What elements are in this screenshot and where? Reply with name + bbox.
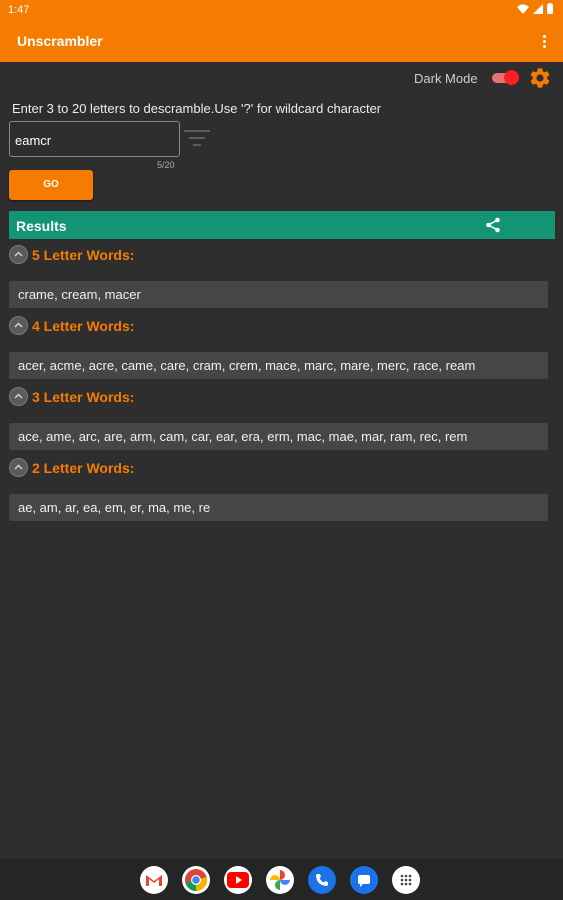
status-time: 1:47 — [8, 4, 30, 16]
status-icons — [517, 3, 553, 14]
app-bar: Unscrambler — [0, 20, 563, 62]
letters-input-value[interactable]: eamcr — [15, 133, 51, 148]
signal-icon — [533, 3, 543, 14]
word-list: ae, am, ar, ea, em, er, ma, me, re — [9, 494, 548, 521]
letters-input[interactable]: eamcr — [9, 121, 180, 157]
chevron-up-icon — [14, 322, 23, 328]
wifi-icon — [517, 4, 529, 14]
dark-mode-toggle[interactable] — [492, 70, 519, 86]
section-heading: 4 Letter Words: — [32, 318, 135, 334]
chevron-up-icon — [14, 393, 23, 399]
collapse-4-letter-button[interactable] — [9, 316, 28, 335]
section-heading: 3 Letter Words: — [32, 389, 135, 405]
section-heading: 2 Letter Words: — [32, 460, 135, 476]
word-list: acer, acme, acre, came, care, cram, crem… — [9, 352, 548, 379]
filter-icon[interactable] — [184, 127, 210, 149]
go-button[interactable]: GO — [9, 170, 93, 200]
collapse-3-letter-button[interactable] — [9, 387, 28, 406]
photos-icon[interactable] — [266, 866, 294, 894]
chevron-up-icon — [14, 464, 23, 470]
app-dock — [140, 866, 420, 894]
word-list: crame, cream, macer — [9, 281, 548, 308]
phone-icon[interactable] — [308, 866, 336, 894]
collapse-2-letter-button[interactable] — [9, 458, 28, 477]
collapse-5-letter-button[interactable] — [9, 245, 28, 264]
youtube-icon[interactable] — [224, 866, 252, 894]
results-label: Results — [16, 218, 67, 234]
status-bar: 1:47 — [0, 0, 563, 20]
word-list: ace, ame, arc, are, arm, cam, car, ear, … — [9, 423, 548, 450]
battery-icon — [547, 3, 553, 14]
app-drawer-icon[interactable] — [392, 866, 420, 894]
section-heading: 5 Letter Words: — [32, 247, 135, 263]
app-title: Unscrambler — [17, 33, 103, 49]
results-header: Results — [9, 211, 555, 239]
gmail-icon[interactable] — [140, 866, 168, 894]
instruction-text: Enter 3 to 20 letters to descramble.Use … — [12, 101, 382, 116]
gear-icon[interactable] — [528, 66, 552, 90]
character-counter: 5/20 — [157, 160, 175, 170]
chevron-up-icon — [14, 251, 23, 257]
overflow-menu-icon[interactable] — [537, 30, 551, 52]
chrome-icon[interactable] — [182, 866, 210, 894]
dark-mode-label: Dark Mode — [414, 71, 478, 86]
messages-icon[interactable] — [350, 866, 378, 894]
share-icon[interactable] — [485, 217, 501, 233]
